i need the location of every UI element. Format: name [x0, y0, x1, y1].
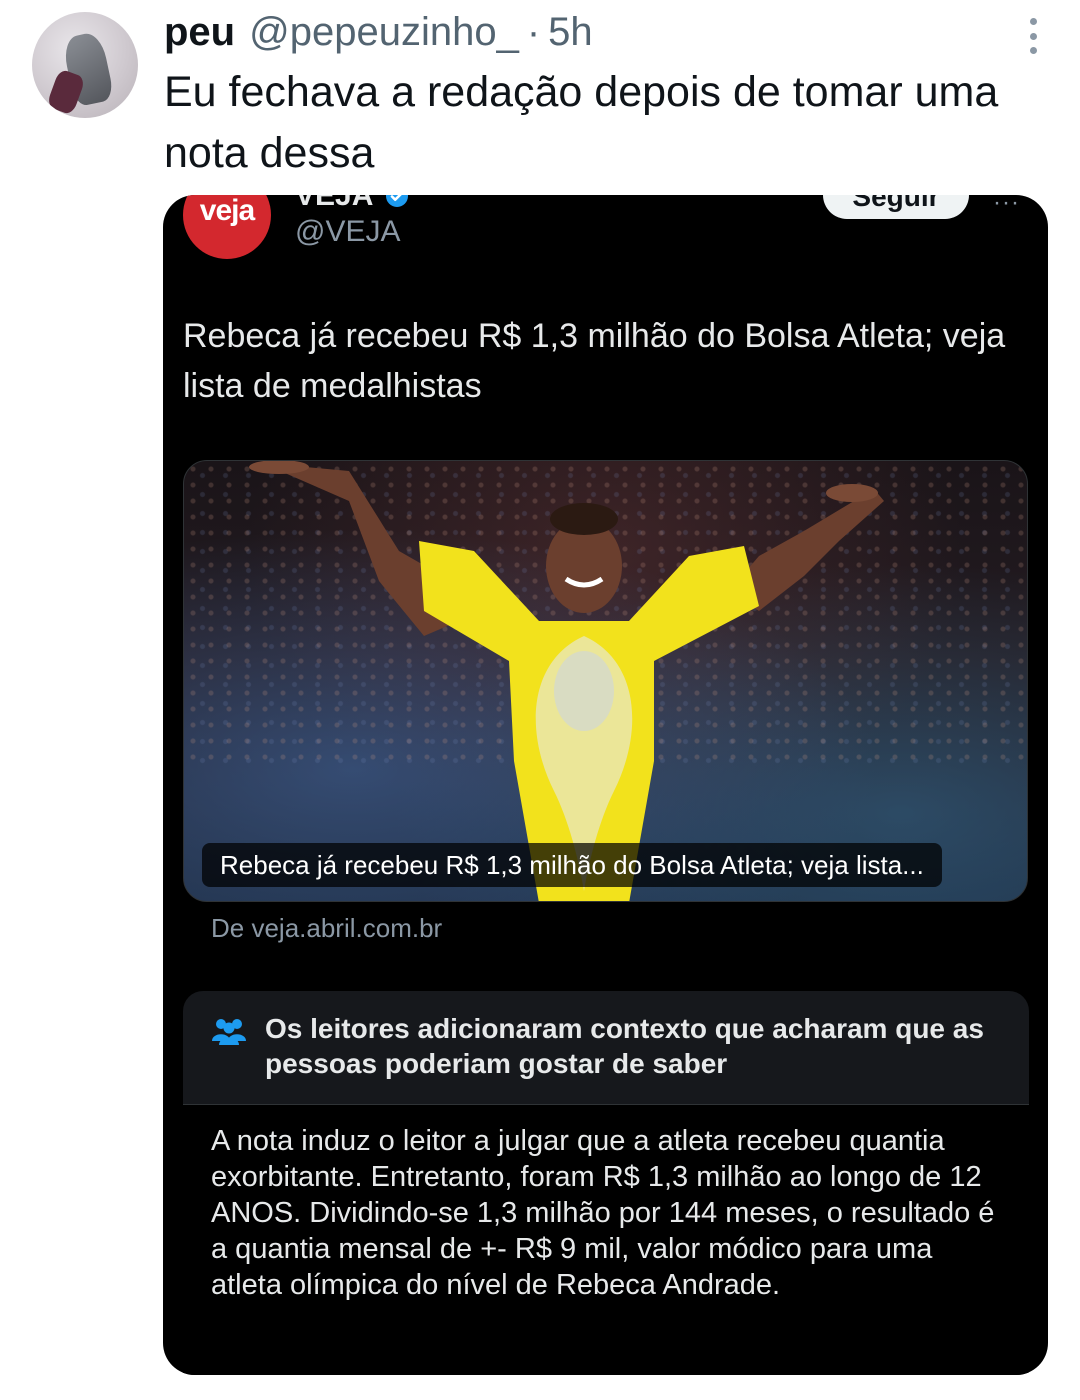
community-note-title: Os leitores adicionaram contexto que ach…	[265, 1013, 984, 1079]
embedded-handle: @VEJA	[295, 215, 401, 248]
gymnast-photo	[249, 461, 884, 901]
tweet-header: peu @pepeuzinho_ · 5h	[164, 10, 593, 56]
veja-logo: veja	[183, 195, 271, 259]
community-note-header: Os leitores adicionaram contexto que ach…	[183, 991, 1029, 1105]
tweet-text: Eu fechava a redação depois de tomar uma…	[164, 68, 999, 177]
separator-dot: ·	[526, 10, 541, 54]
community-note-body: A nota induz o leitor a julgar que a atl…	[211, 1125, 995, 1301]
people-icon	[212, 1019, 246, 1045]
embedded-tweet-screenshot: veja VEJA @VEJA Seguir ··· Rebeca já rec…	[163, 195, 1048, 1375]
embedded-tweet-text: Rebeca já recebeu R$ 1,3 milhão do Bolsa…	[183, 317, 1006, 405]
display-name[interactable]: peu	[164, 10, 235, 55]
tweet-timestamp[interactable]: 5h	[548, 10, 593, 55]
embedded-display-name: VEJA	[295, 195, 409, 213]
community-note: Os leitores adicionaram contexto que ach…	[183, 991, 1029, 1375]
link-source: De veja.abril.com.br	[211, 913, 443, 943]
verified-badge-icon	[385, 195, 408, 207]
user-avatar[interactable]	[32, 12, 138, 118]
link-card-caption: Rebeca já recebeu R$ 1,3 milhão do Bolsa…	[202, 843, 942, 887]
outer-tweet: peu @pepeuzinho_ · 5h Eu fechava a redaç…	[0, 0, 1080, 1400]
follow-button: Seguir	[823, 195, 969, 219]
link-preview-card: Rebeca já recebeu R$ 1,3 milhão do Bolsa…	[183, 460, 1028, 902]
embedded-more-icon: ···	[993, 195, 1020, 216]
more-options-icon[interactable]	[1028, 18, 1038, 54]
user-handle[interactable]: @pepeuzinho_	[249, 10, 519, 55]
